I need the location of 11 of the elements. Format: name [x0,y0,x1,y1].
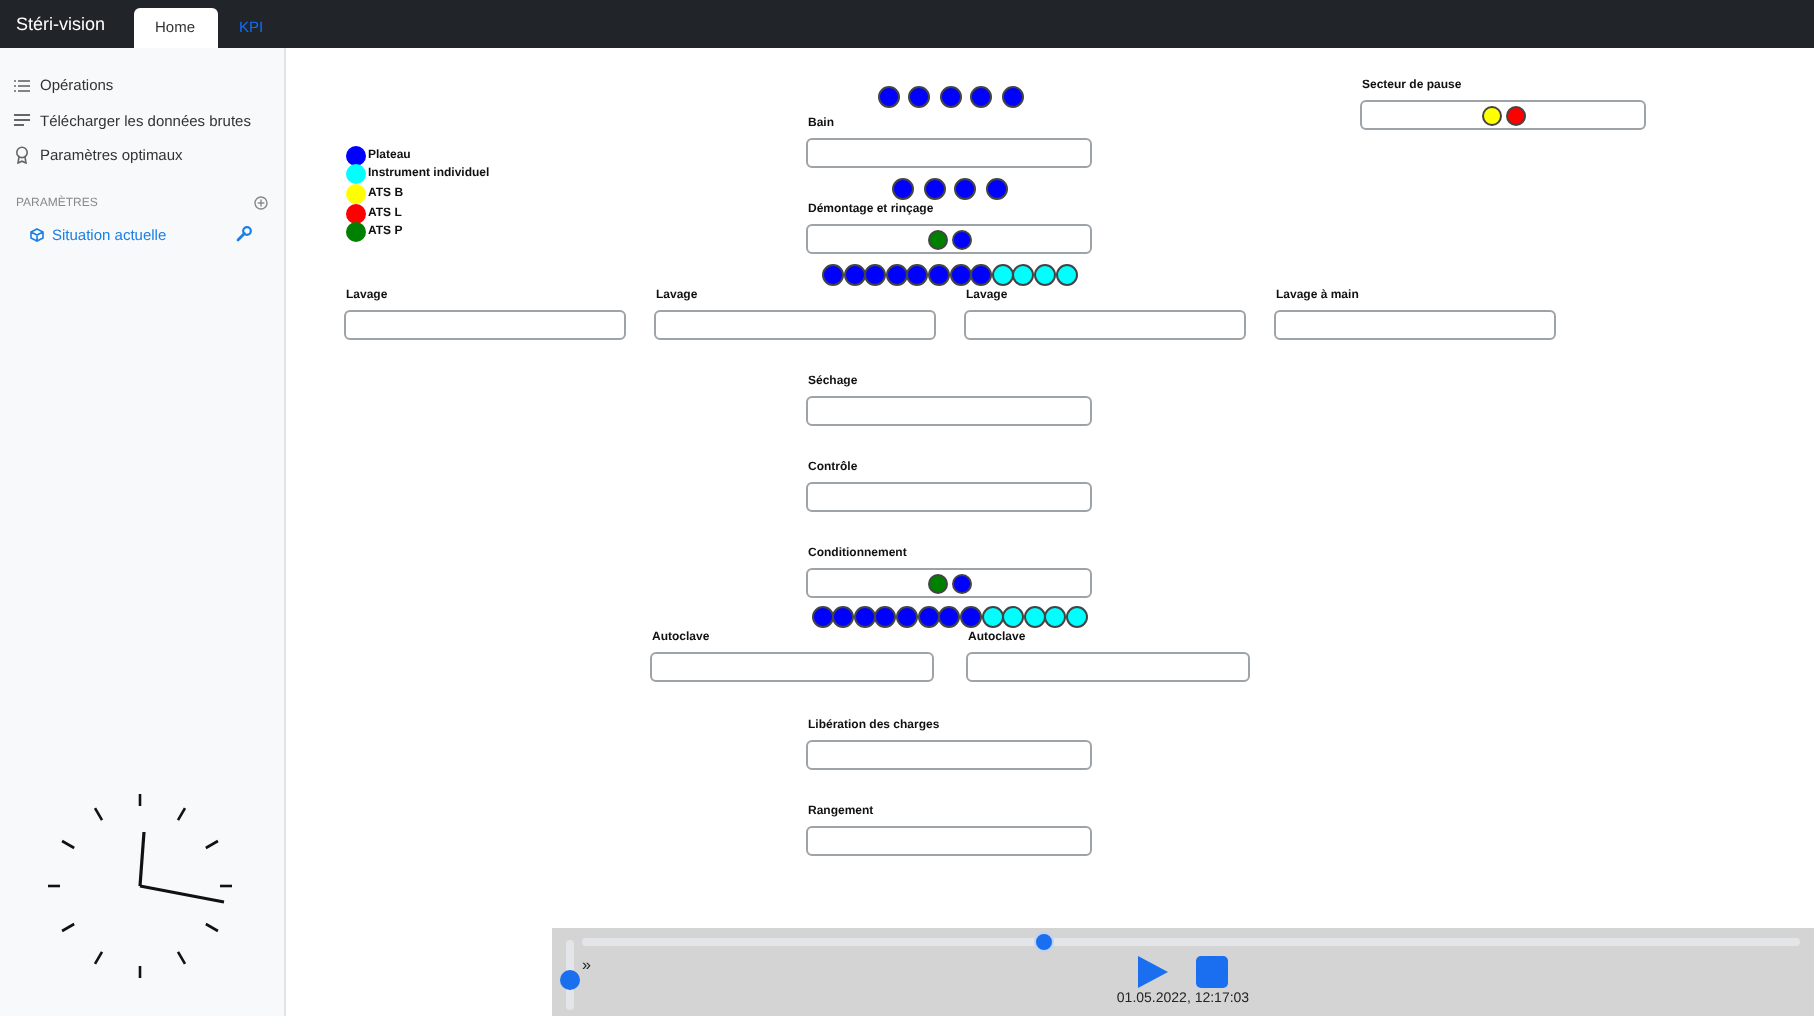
timeline-thumb[interactable] [1034,932,1055,952]
cube-icon [30,227,44,241]
award-icon [14,146,30,165]
speed-thumb[interactable] [560,969,580,990]
play-button[interactable] [1138,956,1168,988]
text-lines-icon [14,112,30,129]
stop-button[interactable] [1196,956,1228,988]
add-circle-icon[interactable] [254,196,268,210]
list-icon [14,77,30,94]
app-title: Stéri-vision [16,14,106,34]
speed-label: » [582,956,591,974]
